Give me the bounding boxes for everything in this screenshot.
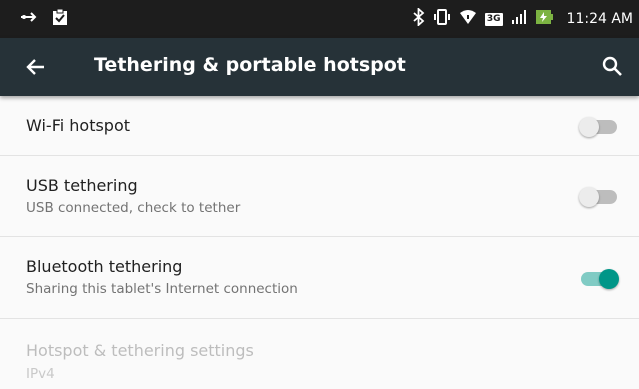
search-icon[interactable] <box>599 53 627 81</box>
page-title: Tethering & portable hotspot <box>94 54 406 76</box>
usb-tethering-item[interactable]: USB tethering USB connected, check to te… <box>0 156 639 237</box>
bluetooth-tethering-subtitle: Sharing this tablet's Internet connectio… <box>26 281 298 297</box>
bluetooth-tethering-item[interactable]: Bluetooth tethering Sharing this tablet'… <box>0 237 639 319</box>
usb-tethering-subtitle: USB connected, check to tether <box>26 200 241 216</box>
clock: 11:24 AM <box>566 11 633 27</box>
network-type-icon: 3G <box>484 12 503 26</box>
app-bar: Tethering & portable hotspot <box>0 38 639 96</box>
usb-tethering-switch[interactable] <box>579 187 621 207</box>
usb-tethering-title: USB tethering <box>26 176 138 195</box>
bluetooth-icon <box>413 6 425 30</box>
switch-thumb <box>579 117 599 137</box>
switch-thumb <box>599 269 619 289</box>
status-bar: 3G 11:24 AM <box>0 0 639 38</box>
hotspot-settings-title: Hotspot & tethering settings <box>26 341 254 360</box>
wifi-hotspot-title: Wi-Fi hotspot <box>26 116 131 135</box>
clipboard-icon <box>52 8 68 30</box>
usb-icon <box>20 9 38 29</box>
signal-icon <box>511 9 527 29</box>
wifi-hotspot-item[interactable]: Wi-Fi hotspot <box>0 96 639 156</box>
wifi-icon <box>459 9 477 29</box>
back-arrow-icon[interactable] <box>22 53 50 81</box>
switch-thumb <box>579 187 599 207</box>
hotspot-settings-item: Hotspot & tethering settings IPv4 <box>0 319 639 389</box>
bluetooth-tethering-title: Bluetooth tethering <box>26 257 183 276</box>
battery-charging-icon <box>535 9 555 29</box>
vibrate-icon <box>433 9 451 29</box>
bluetooth-tethering-switch[interactable] <box>581 269 621 289</box>
hotspot-settings-subtitle: IPv4 <box>26 366 55 382</box>
wifi-hotspot-switch[interactable] <box>579 117 621 137</box>
